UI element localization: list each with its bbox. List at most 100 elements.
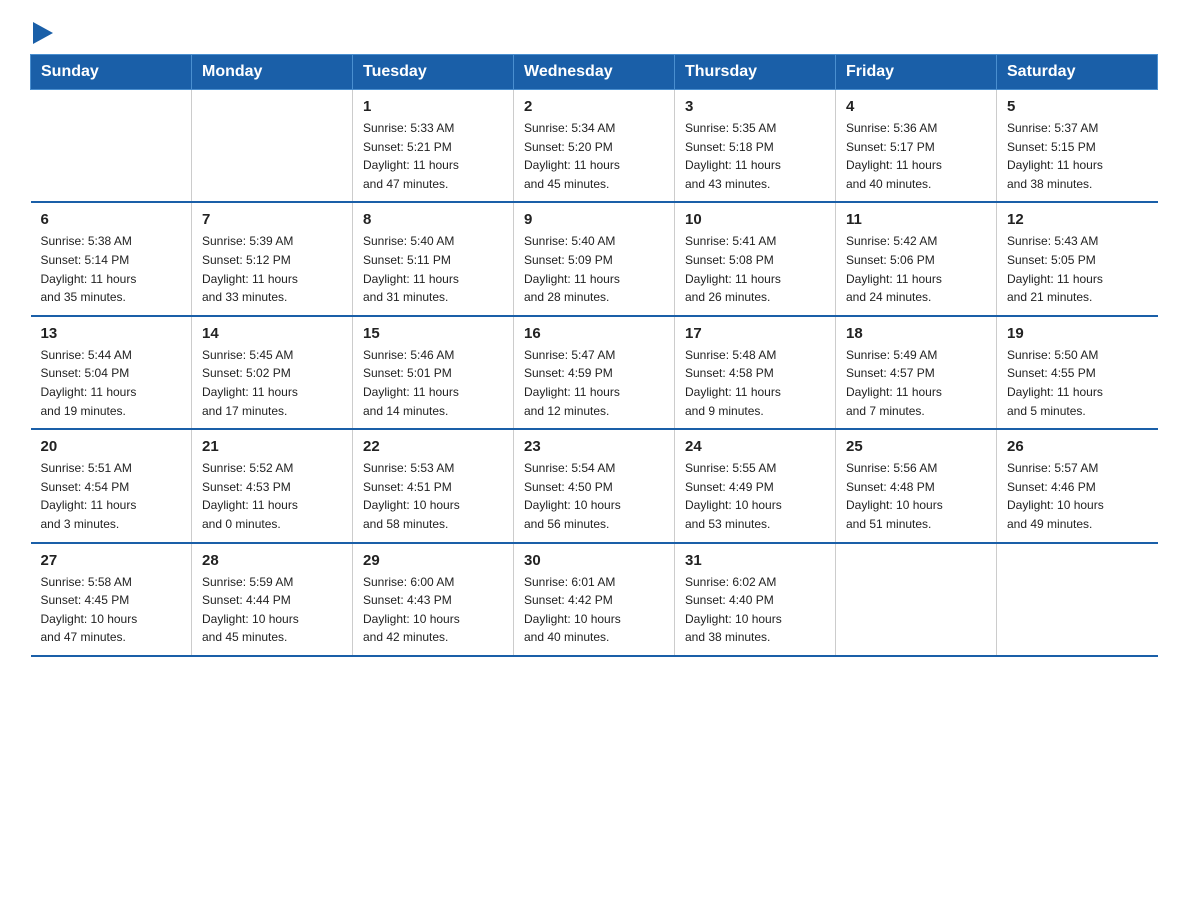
day-info: Sunrise: 5:39 AM Sunset: 5:12 PM Dayligh…	[202, 232, 342, 306]
day-number: 26	[1007, 438, 1148, 455]
calendar-cell-4-7: 26 Sunrise: 5:57 AM Sunset: 4:46 PM Dayli…	[997, 429, 1158, 542]
day-number: 31	[685, 552, 825, 569]
day-info: Sunrise: 5:55 AM Sunset: 4:49 PM Dayligh…	[685, 459, 825, 533]
calendar-cell-4-2: 21 Sunrise: 5:52 AM Sunset: 4:53 PM Dayli…	[192, 429, 353, 542]
day-info: Sunrise: 5:47 AM Sunset: 4:59 PM Dayligh…	[524, 346, 664, 420]
day-number: 12	[1007, 211, 1148, 228]
day-info: Sunrise: 5:57 AM Sunset: 4:46 PM Dayligh…	[1007, 459, 1148, 533]
calendar-header-tuesday: Tuesday	[353, 55, 514, 90]
day-info: Sunrise: 5:53 AM Sunset: 4:51 PM Dayligh…	[363, 459, 503, 533]
calendar-cell-4-4: 23 Sunrise: 5:54 AM Sunset: 4:50 PM Dayli…	[514, 429, 675, 542]
day-info: Sunrise: 5:54 AM Sunset: 4:50 PM Dayligh…	[524, 459, 664, 533]
day-number: 5	[1007, 98, 1148, 115]
calendar-week-1: 1Sunrise: 5:33 AM Sunset: 5:21 PM Daylig…	[31, 90, 1158, 203]
calendar-cell-5-3: 29 Sunrise: 6:00 AM Sunset: 4:43 PM Dayli…	[353, 543, 514, 656]
day-info: Sunrise: 5:36 AM Sunset: 5:17 PM Dayligh…	[846, 119, 986, 193]
logo	[30, 20, 53, 44]
day-number: 18	[846, 325, 986, 342]
day-number: 23	[524, 438, 664, 455]
day-info: Sunrise: 5:40 AM Sunset: 5:09 PM Dayligh…	[524, 232, 664, 306]
calendar-cell-1-7: 5 Sunrise: 5:37 AM Sunset: 5:15 PM Daylig…	[997, 90, 1158, 203]
day-info: Sunrise: 5:35 AM Sunset: 5:18 PM Dayligh…	[685, 119, 825, 193]
day-info: Sunrise: 5:58 AM Sunset: 4:45 PM Dayligh…	[41, 573, 182, 647]
day-number: 25	[846, 438, 986, 455]
day-number: 24	[685, 438, 825, 455]
day-info: Sunrise: 5:44 AM Sunset: 5:04 PM Dayligh…	[41, 346, 182, 420]
day-info: Sunrise: 5:48 AM Sunset: 4:58 PM Dayligh…	[685, 346, 825, 420]
day-info: Sunrise: 5:38 AM Sunset: 5:14 PM Dayligh…	[41, 232, 182, 306]
calendar-cell-5-7	[997, 543, 1158, 656]
calendar-cell-2-2: 7 Sunrise: 5:39 AM Sunset: 5:12 PM Daylig…	[192, 202, 353, 315]
day-number: 20	[41, 438, 182, 455]
calendar-cell-1-2	[192, 90, 353, 203]
calendar-cell-2-1: 6 Sunrise: 5:38 AM Sunset: 5:14 PM Daylig…	[31, 202, 192, 315]
calendar-cell-5-1: 27 Sunrise: 5:58 AM Sunset: 4:45 PM Dayli…	[31, 543, 192, 656]
calendar-cell-1-1	[31, 90, 192, 203]
day-number: 10	[685, 211, 825, 228]
calendar-cell-3-3: 15Sunrise: 5:46 AM Sunset: 5:01 PM Dayli…	[353, 316, 514, 429]
calendar-cell-2-3: 8 Sunrise: 5:40 AM Sunset: 5:11 PM Daylig…	[353, 202, 514, 315]
day-number: 28	[202, 552, 342, 569]
calendar-cell-2-4: 9Sunrise: 5:40 AM Sunset: 5:09 PM Daylig…	[514, 202, 675, 315]
day-info: Sunrise: 5:37 AM Sunset: 5:15 PM Dayligh…	[1007, 119, 1148, 193]
day-info: Sunrise: 6:00 AM Sunset: 4:43 PM Dayligh…	[363, 573, 503, 647]
day-info: Sunrise: 5:34 AM Sunset: 5:20 PM Dayligh…	[524, 119, 664, 193]
day-number: 21	[202, 438, 342, 455]
day-number: 2	[524, 98, 664, 115]
day-number: 16	[524, 325, 664, 342]
day-number: 3	[685, 98, 825, 115]
calendar-cell-4-6: 25 Sunrise: 5:56 AM Sunset: 4:48 PM Dayli…	[836, 429, 997, 542]
day-info: Sunrise: 5:42 AM Sunset: 5:06 PM Dayligh…	[846, 232, 986, 306]
calendar-cell-1-3: 1Sunrise: 5:33 AM Sunset: 5:21 PM Daylig…	[353, 90, 514, 203]
day-info: Sunrise: 5:33 AM Sunset: 5:21 PM Dayligh…	[363, 119, 503, 193]
day-info: Sunrise: 5:50 AM Sunset: 4:55 PM Dayligh…	[1007, 346, 1148, 420]
calendar-week-2: 6 Sunrise: 5:38 AM Sunset: 5:14 PM Daylig…	[31, 202, 1158, 315]
calendar-cell-1-5: 3 Sunrise: 5:35 AM Sunset: 5:18 PM Daylig…	[675, 90, 836, 203]
calendar-week-3: 13 Sunrise: 5:44 AM Sunset: 5:04 PM Dayli…	[31, 316, 1158, 429]
calendar-header-friday: Friday	[836, 55, 997, 90]
day-info: Sunrise: 5:45 AM Sunset: 5:02 PM Dayligh…	[202, 346, 342, 420]
calendar-cell-2-7: 12 Sunrise: 5:43 AM Sunset: 5:05 PM Dayli…	[997, 202, 1158, 315]
calendar-cell-2-6: 11 Sunrise: 5:42 AM Sunset: 5:06 PM Dayli…	[836, 202, 997, 315]
calendar-week-5: 27 Sunrise: 5:58 AM Sunset: 4:45 PM Dayli…	[31, 543, 1158, 656]
day-number: 17	[685, 325, 825, 342]
calendar-cell-5-4: 30Sunrise: 6:01 AM Sunset: 4:42 PM Dayli…	[514, 543, 675, 656]
day-info: Sunrise: 5:43 AM Sunset: 5:05 PM Dayligh…	[1007, 232, 1148, 306]
day-info: Sunrise: 5:52 AM Sunset: 4:53 PM Dayligh…	[202, 459, 342, 533]
calendar-cell-5-6	[836, 543, 997, 656]
calendar-cell-1-6: 4 Sunrise: 5:36 AM Sunset: 5:17 PM Daylig…	[836, 90, 997, 203]
day-number: 4	[846, 98, 986, 115]
calendar-header-sunday: Sunday	[31, 55, 192, 90]
day-number: 8	[363, 211, 503, 228]
day-info: Sunrise: 5:46 AM Sunset: 5:01 PM Dayligh…	[363, 346, 503, 420]
calendar-cell-4-1: 20 Sunrise: 5:51 AM Sunset: 4:54 PM Dayli…	[31, 429, 192, 542]
day-info: Sunrise: 5:40 AM Sunset: 5:11 PM Dayligh…	[363, 232, 503, 306]
calendar-cell-3-6: 18 Sunrise: 5:49 AM Sunset: 4:57 PM Dayli…	[836, 316, 997, 429]
day-number: 6	[41, 211, 182, 228]
calendar-cell-3-1: 13 Sunrise: 5:44 AM Sunset: 5:04 PM Dayli…	[31, 316, 192, 429]
calendar-cell-3-4: 16 Sunrise: 5:47 AM Sunset: 4:59 PM Dayli…	[514, 316, 675, 429]
day-number: 27	[41, 552, 182, 569]
day-number: 29	[363, 552, 503, 569]
calendar-cell-4-5: 24 Sunrise: 5:55 AM Sunset: 4:49 PM Dayli…	[675, 429, 836, 542]
calendar-cell-1-4: 2 Sunrise: 5:34 AM Sunset: 5:20 PM Daylig…	[514, 90, 675, 203]
day-number: 11	[846, 211, 986, 228]
calendar-week-4: 20 Sunrise: 5:51 AM Sunset: 4:54 PM Dayli…	[31, 429, 1158, 542]
day-number: 13	[41, 325, 182, 342]
calendar-header-thursday: Thursday	[675, 55, 836, 90]
calendar-cell-5-2: 28 Sunrise: 5:59 AM Sunset: 4:44 PM Dayli…	[192, 543, 353, 656]
calendar-cell-3-7: 19Sunrise: 5:50 AM Sunset: 4:55 PM Dayli…	[997, 316, 1158, 429]
calendar-cell-4-3: 22 Sunrise: 5:53 AM Sunset: 4:51 PM Dayli…	[353, 429, 514, 542]
calendar-cell-3-2: 14 Sunrise: 5:45 AM Sunset: 5:02 PM Dayli…	[192, 316, 353, 429]
calendar-header-wednesday: Wednesday	[514, 55, 675, 90]
day-info: Sunrise: 5:49 AM Sunset: 4:57 PM Dayligh…	[846, 346, 986, 420]
day-info: Sunrise: 5:51 AM Sunset: 4:54 PM Dayligh…	[41, 459, 182, 533]
day-info: Sunrise: 5:56 AM Sunset: 4:48 PM Dayligh…	[846, 459, 986, 533]
day-number: 7	[202, 211, 342, 228]
day-info: Sunrise: 6:01 AM Sunset: 4:42 PM Dayligh…	[524, 573, 664, 647]
day-number: 22	[363, 438, 503, 455]
calendar-header-row: SundayMondayTuesdayWednesdayThursdayFrid…	[31, 55, 1158, 90]
day-info: Sunrise: 5:59 AM Sunset: 4:44 PM Dayligh…	[202, 573, 342, 647]
logo-arrow-icon	[33, 22, 53, 44]
day-number: 14	[202, 325, 342, 342]
